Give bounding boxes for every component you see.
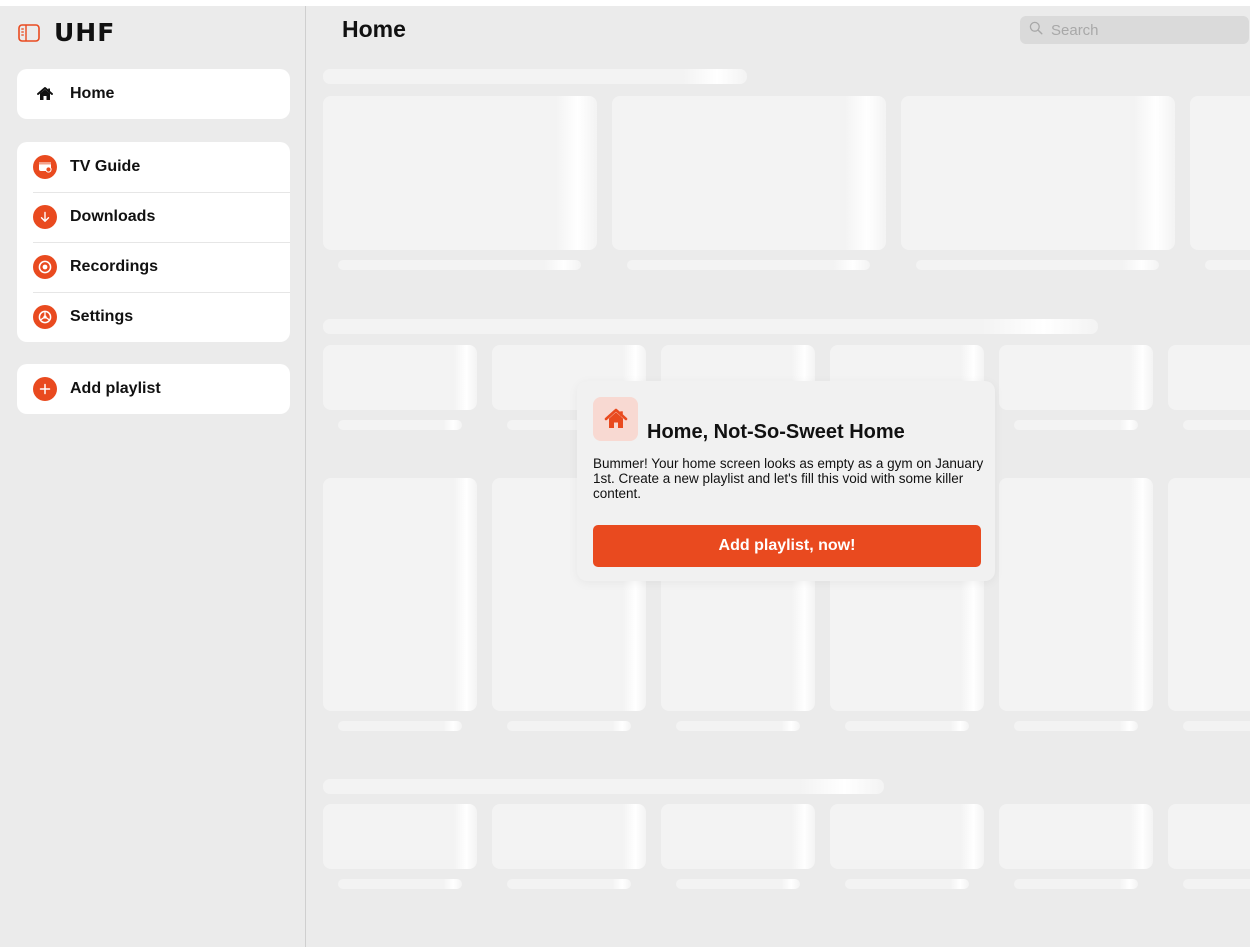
sidebar-toggle-icon[interactable] [18, 23, 40, 42]
download-icon [33, 205, 57, 229]
skeleton-caption [845, 879, 969, 889]
plus-icon [33, 377, 57, 401]
sidebar-item-home[interactable]: Home [17, 69, 290, 119]
skeleton-card [323, 478, 477, 711]
skeleton-card [999, 804, 1153, 869]
skeleton-caption [627, 260, 870, 270]
settings-icon [33, 305, 57, 329]
skeleton-caption [845, 721, 969, 731]
skeleton-caption [916, 260, 1159, 270]
skeleton-card [901, 96, 1175, 250]
sidebar-nav-group: TV Guide Downloads Recordings Settings [17, 142, 290, 342]
app-title: UHF [54, 18, 116, 47]
skeleton-card [999, 345, 1153, 410]
sidebar-item-tv-guide[interactable]: TV Guide [17, 142, 290, 192]
skeleton-caption [338, 260, 581, 270]
skeleton-card [612, 96, 886, 250]
skeleton-card [1168, 345, 1250, 410]
sidebar-item-settings[interactable]: Settings [17, 292, 290, 342]
skeleton-card [999, 478, 1153, 711]
skeleton-caption [676, 721, 800, 731]
sidebar-item-label: Recordings [70, 258, 159, 275]
record-icon [33, 255, 57, 279]
skeleton-card [1168, 478, 1250, 711]
empty-state-card: Home, Not-So-Sweet Home Bummer! Your hom… [577, 381, 995, 581]
brand: UHF [18, 18, 115, 47]
sidebar-add-group: Add playlist [17, 364, 290, 414]
skeleton-section-title [323, 779, 884, 794]
add-playlist-button[interactable]: Add playlist [17, 364, 290, 414]
sidebar-item-recordings[interactable]: Recordings [17, 242, 290, 292]
sidebar: UHF Home TV Guide Downloads Recordings S… [0, 6, 306, 947]
skeleton-caption [1014, 721, 1138, 731]
skeleton-caption [1014, 420, 1138, 430]
skeleton-caption [1014, 879, 1138, 889]
house-icon [33, 82, 57, 106]
app-window: UHF Home TV Guide Downloads Recordings S… [0, 0, 1250, 947]
search-icon [1029, 21, 1043, 40]
skeleton-card [1190, 96, 1250, 250]
add-playlist-now-button[interactable]: Add playlist, now! [593, 525, 981, 567]
skeleton-caption [338, 721, 462, 731]
skeleton-caption [338, 420, 462, 430]
skeleton-caption [507, 721, 631, 731]
skeleton-card [1168, 804, 1250, 869]
skeleton-caption [338, 879, 462, 889]
skeleton-card [323, 345, 477, 410]
sidebar-item-label: Downloads [70, 208, 156, 225]
skeleton-caption [1183, 879, 1250, 889]
sidebar-item-label: Home [70, 85, 115, 102]
sidebar-item-label: TV Guide [70, 158, 141, 175]
skeleton-caption [507, 879, 631, 889]
tv-guide-icon [33, 155, 57, 179]
skeleton-caption [1183, 721, 1250, 731]
empty-state-title: Home, Not-So-Sweet Home [647, 421, 905, 443]
sidebar-item-label: Add playlist [70, 380, 161, 397]
house-icon [593, 397, 638, 441]
skeleton-card [323, 804, 477, 869]
search-field[interactable] [1020, 16, 1249, 44]
skeleton-card [323, 96, 597, 250]
sidebar-home-group: Home [17, 69, 290, 119]
sidebar-item-downloads[interactable]: Downloads [17, 192, 290, 242]
skeleton-card [830, 804, 984, 869]
skeleton-caption [676, 879, 800, 889]
skeleton-section-title [323, 319, 1098, 334]
search-input[interactable] [1049, 20, 1233, 40]
skeleton-caption [1205, 260, 1250, 270]
empty-state-message: Bummer! Your home screen looks as empty … [593, 456, 984, 501]
page-title: Home [342, 16, 406, 42]
sidebar-item-label: Settings [70, 308, 134, 325]
skeleton-section-title [323, 69, 747, 84]
skeleton-card [661, 804, 815, 869]
skeleton-card [492, 804, 646, 869]
skeleton-caption [1183, 420, 1250, 430]
